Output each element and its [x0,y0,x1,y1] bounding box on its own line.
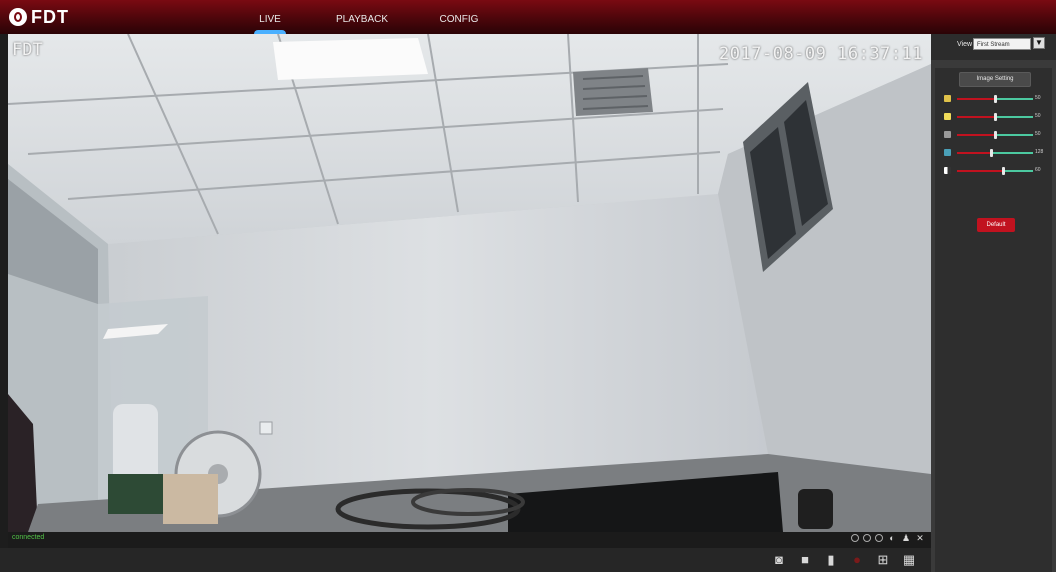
slider-value: 50 [1035,113,1041,119]
main-nav: LIVE PLAYBACK CONFIG [240,0,494,34]
indicator-1-icon [851,534,859,542]
snapshot-icon[interactable]: ◙ [771,552,787,568]
slider-track [957,170,1033,172]
indicator-3-icon [875,534,883,542]
view-label: View [957,41,973,48]
chevron-down-icon[interactable]: ▼ [1033,37,1045,49]
fullscreen-icon[interactable]: ▮ [823,552,839,568]
camera-scene [8,34,931,532]
contrast-icon [944,113,951,120]
default-button[interactable]: Default [977,218,1015,232]
slider-thumb[interactable] [994,113,997,121]
brightness-icon [944,95,951,102]
saturation-slider[interactable]: 50 [941,130,1049,140]
logo: FDT [9,6,69,28]
view-row: View First Stream ▼ [931,34,1056,60]
osd-camera-name: FDT [12,40,43,60]
right-panel: View First Stream ▼ Image Setting 50 50 … [931,34,1056,572]
hue-icon [944,149,951,156]
status-icons: ◐ ♟ ✕ [851,533,925,543]
slider-thumb[interactable] [994,95,997,103]
bottom-toolbar: ◙ ■ ▮ ● ⊞ ▦ [0,548,931,572]
slider-thumb[interactable] [990,149,993,157]
slider-thumb[interactable] [994,131,997,139]
talk-icon[interactable]: ♟ [901,533,911,543]
ptz-icon[interactable]: ✕ [915,533,925,543]
image-setting-title: Image Setting [959,72,1031,87]
status-bar: connected ◐ ♟ ✕ [8,532,931,548]
image-settings-panel: Image Setting 50 50 50 128 60 Default [935,68,1052,572]
logo-mark-icon [9,8,27,26]
record-icon[interactable]: ■ [797,552,813,568]
indicator-2-icon [863,534,871,542]
hue-slider[interactable]: 128 [941,148,1049,158]
brightness-slider[interactable]: 50 [941,94,1049,104]
layout-9-icon[interactable]: ▦ [901,552,917,568]
slider-track [957,152,1033,154]
live-video-view[interactable]: FDT 2017-08-09 16:37:11 [8,34,931,532]
logo-text: FDT [31,6,69,27]
tab-playback[interactable]: PLAYBACK [310,0,414,34]
tab-live[interactable]: LIVE [240,0,300,34]
stream-select[interactable]: First Stream [973,38,1031,50]
tab-config[interactable]: CONFIG [424,0,494,34]
slider-value: 50 [1035,131,1041,137]
contrast-slider[interactable]: 50 [941,112,1049,122]
slider-value: 60 [1035,167,1041,173]
top-bar: FDT LIVE PLAYBACK CONFIG [0,0,1056,34]
slider-value: 50 [1035,95,1041,101]
slider-thumb[interactable] [1002,167,1005,175]
saturation-icon [944,131,951,138]
sharpness-icon [944,167,951,174]
osd-timestamp: 2017-08-09 16:37:11 [719,44,923,64]
sharpness-slider[interactable]: 60 [941,166,1049,176]
layout-4-icon[interactable]: ⊞ [875,552,891,568]
stop-icon[interactable]: ● [849,552,865,568]
connection-status: connected [12,534,45,541]
slider-value: 128 [1035,149,1044,155]
audio-icon[interactable]: ◐ [887,533,897,543]
